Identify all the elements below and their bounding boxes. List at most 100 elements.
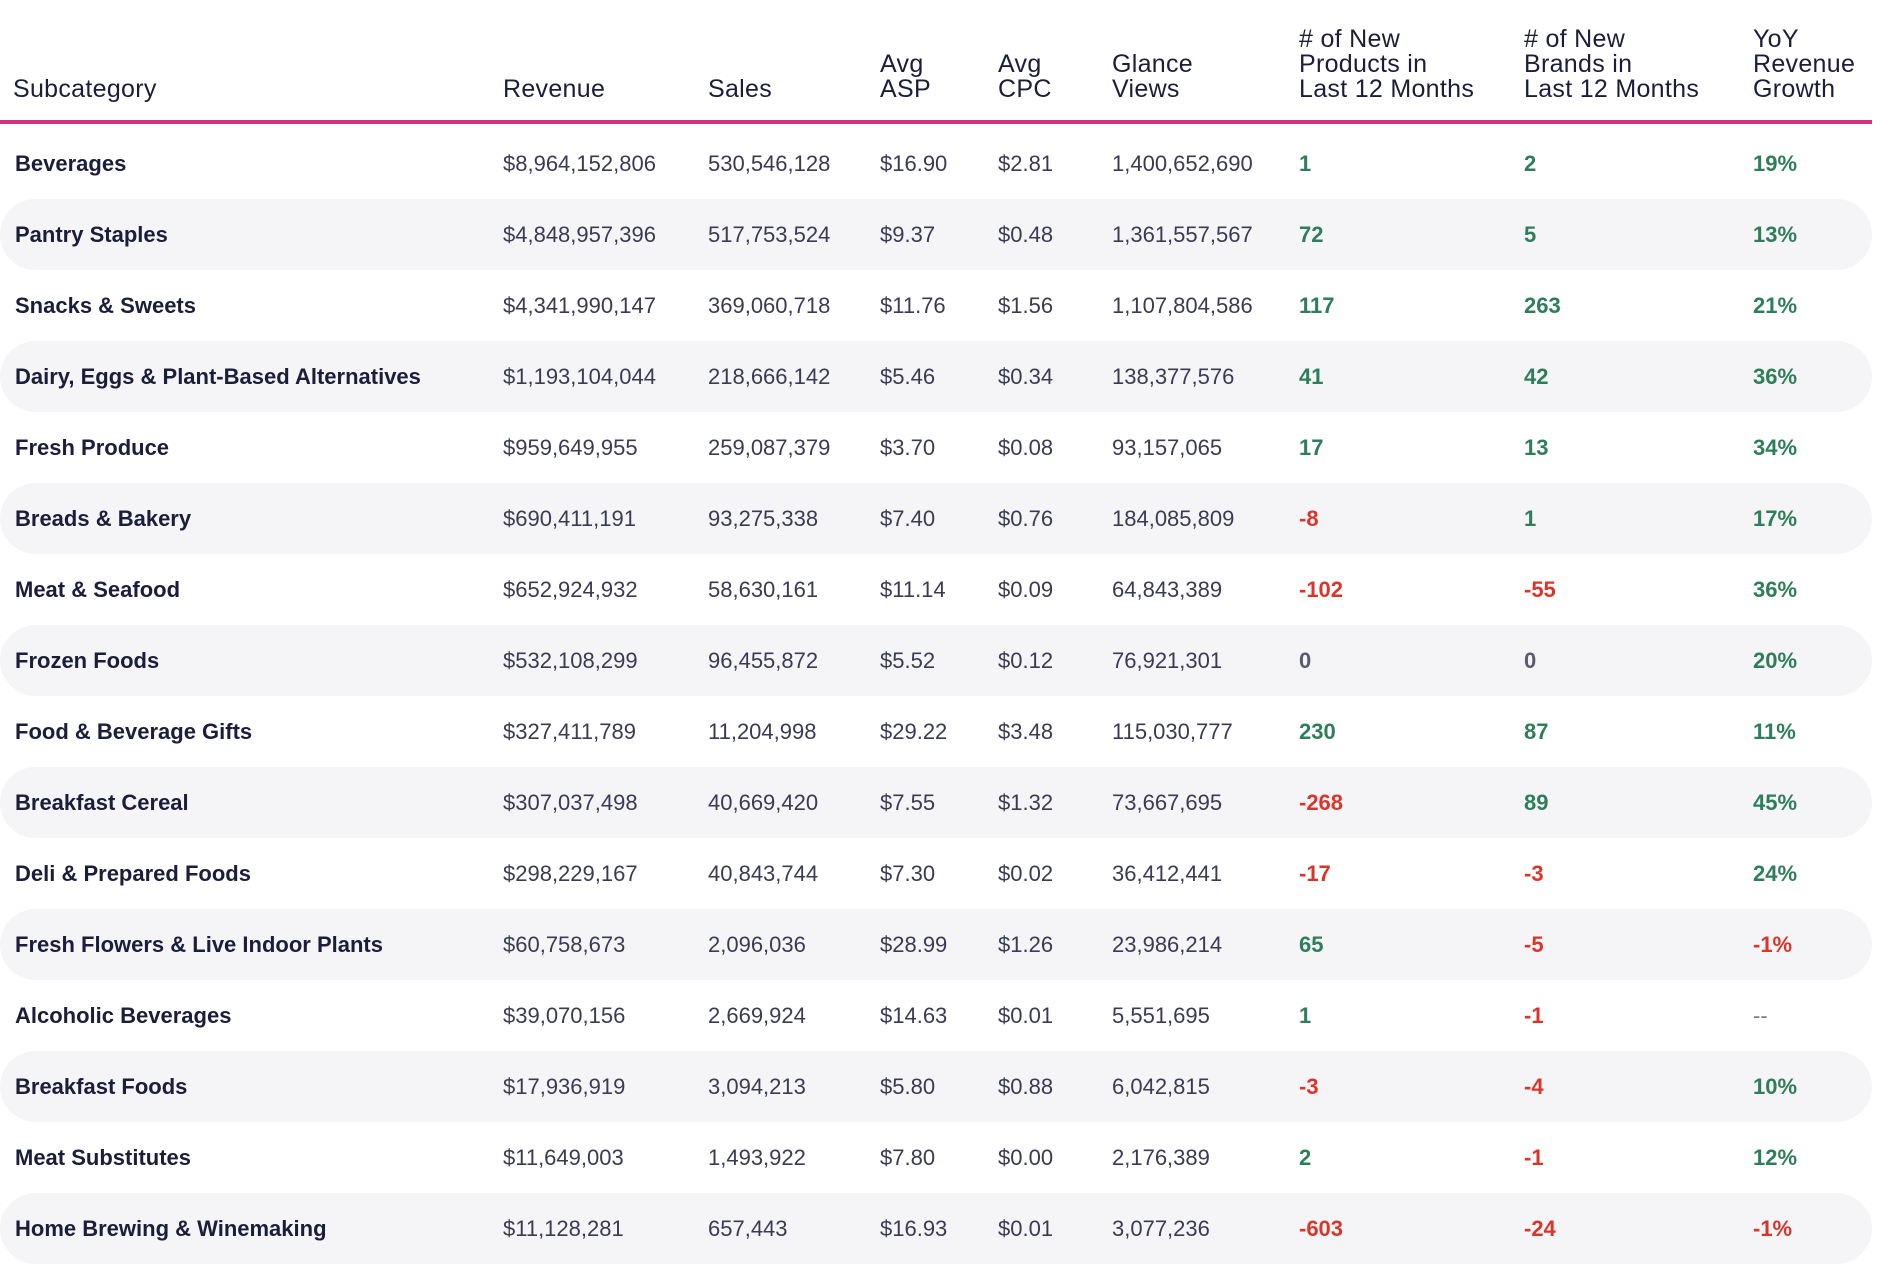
cell-revenue: $60,758,673 bbox=[503, 932, 626, 957]
header-avg-asp[interactable]: Avg ASP bbox=[880, 52, 931, 102]
header-label: Avg bbox=[998, 50, 1042, 78]
header-label: Avg bbox=[880, 50, 924, 78]
cell-avg-cpc: $0.48 bbox=[998, 222, 1054, 247]
cell-sales: 259,087,379 bbox=[708, 435, 831, 460]
table-row[interactable]: Snacks & Sweets $4,341,990,147 369,060,7… bbox=[0, 270, 1872, 341]
cell-yoy-growth: 13% bbox=[1753, 222, 1798, 247]
cell-glance-views: 184,085,809 bbox=[1112, 506, 1235, 531]
header-label: # of New bbox=[1524, 25, 1626, 53]
cell-new-products: 117 bbox=[1299, 293, 1335, 318]
table-row[interactable]: Fresh Produce $959,649,955 259,087,379 $… bbox=[0, 412, 1872, 483]
cell-revenue: $11,128,281 bbox=[503, 1216, 624, 1241]
table-row[interactable]: Food & Beverage Gifts $327,411,789 11,20… bbox=[0, 696, 1872, 767]
table-row[interactable]: Meat & Seafood $652,924,932 58,630,161 $… bbox=[0, 554, 1872, 625]
cell-subcategory: Food & Beverage Gifts bbox=[15, 719, 253, 744]
cell-yoy-growth: 34% bbox=[1753, 435, 1798, 460]
header-label: ASP bbox=[880, 75, 931, 103]
cell-glance-views: 1,107,804,586 bbox=[1112, 293, 1253, 318]
header-label: Last 12 Months bbox=[1299, 75, 1475, 103]
table-row[interactable]: Breakfast Cereal $307,037,498 40,669,420… bbox=[0, 767, 1872, 838]
cell-new-brands: 1 bbox=[1524, 506, 1537, 531]
cell-new-brands: 87 bbox=[1524, 719, 1549, 744]
header-label: YoY bbox=[1753, 25, 1799, 53]
header-label: Last 12 Months bbox=[1524, 75, 1700, 103]
header-new-products[interactable]: # of New Products in Last 12 Months bbox=[1299, 27, 1474, 102]
cell-subcategory: Meat Substitutes bbox=[15, 1145, 192, 1170]
cell-new-products: -268 bbox=[1299, 790, 1344, 815]
table-row[interactable]: Alcoholic Beverages $39,070,156 2,669,92… bbox=[0, 980, 1872, 1051]
cell-sales: 1,493,922 bbox=[708, 1145, 806, 1170]
header-yoy-growth[interactable]: YoY Revenue Growth bbox=[1753, 27, 1855, 102]
cell-glance-views: 1,400,652,690 bbox=[1112, 151, 1253, 176]
cell-glance-views: 115,030,777 bbox=[1112, 719, 1233, 744]
cell-avg-cpc: $0.02 bbox=[998, 861, 1054, 886]
header-glance-views[interactable]: Glance Views bbox=[1112, 52, 1193, 102]
cell-avg-cpc: $0.00 bbox=[998, 1145, 1054, 1170]
cell-revenue: $652,924,932 bbox=[503, 577, 638, 602]
header-label: Products in bbox=[1299, 50, 1428, 78]
cell-new-brands: -4 bbox=[1524, 1074, 1544, 1099]
cell-sales: 40,843,744 bbox=[708, 861, 819, 886]
cell-new-brands: -1 bbox=[1524, 1145, 1544, 1170]
cell-new-products: 230 bbox=[1299, 719, 1336, 744]
subcategory-table: Subcategory Revenue Sales Avg ASP Avg CP… bbox=[0, 0, 1888, 1264]
cell-revenue: $17,936,919 bbox=[503, 1074, 626, 1099]
table-row[interactable]: Deli & Prepared Foods $298,229,167 40,84… bbox=[0, 838, 1872, 909]
header-sales[interactable]: Sales bbox=[708, 77, 772, 102]
table-row[interactable]: Fresh Flowers & Live Indoor Plants $60,7… bbox=[0, 909, 1872, 980]
header-new-brands[interactable]: # of New Brands in Last 12 Months bbox=[1524, 27, 1699, 102]
cell-yoy-growth: 45% bbox=[1753, 790, 1798, 815]
cell-subcategory: Breakfast Foods bbox=[15, 1074, 188, 1099]
cell-revenue: $327,411,789 bbox=[503, 719, 636, 744]
cell-subcategory: Dairy, Eggs & Plant-Based Alternatives bbox=[15, 364, 421, 389]
table-row[interactable]: Pantry Staples $4,848,957,396 517,753,52… bbox=[0, 199, 1872, 270]
header-label: # of New bbox=[1299, 25, 1401, 53]
cell-yoy-growth: 19% bbox=[1753, 151, 1798, 176]
header-subcategory[interactable]: Subcategory bbox=[13, 77, 157, 102]
cell-new-products: 1 bbox=[1299, 1003, 1312, 1028]
table-row[interactable]: Meat Substitutes $11,649,003 1,493,922 $… bbox=[0, 1122, 1872, 1193]
cell-revenue: $4,848,957,396 bbox=[503, 222, 656, 247]
cell-avg-asp: $5.52 bbox=[880, 648, 936, 673]
cell-sales: 40,669,420 bbox=[708, 790, 819, 815]
cell-subcategory: Breads & Bakery bbox=[15, 506, 192, 531]
header-revenue[interactable]: Revenue bbox=[503, 77, 605, 102]
table-row[interactable]: Home Brewing & Winemaking $11,128,281 65… bbox=[0, 1193, 1872, 1264]
cell-yoy-growth: 11% bbox=[1753, 719, 1796, 744]
table-row[interactable]: Frozen Foods $532,108,299 96,455,872 $5.… bbox=[0, 625, 1872, 696]
cell-glance-views: 93,157,065 bbox=[1112, 435, 1223, 460]
table-row[interactable]: Breakfast Foods $17,936,919 3,094,213 $5… bbox=[0, 1051, 1872, 1122]
cell-yoy-growth: 20% bbox=[1753, 648, 1798, 673]
table-row[interactable]: Beverages $8,964,152,806 530,546,128 $16… bbox=[0, 128, 1872, 199]
cell-sales: 2,669,924 bbox=[708, 1003, 806, 1028]
cell-avg-asp: $29.22 bbox=[880, 719, 948, 744]
header-label: Revenue bbox=[503, 75, 606, 103]
cell-glance-views: 73,667,695 bbox=[1112, 790, 1223, 815]
cell-sales: 218,666,142 bbox=[708, 364, 831, 389]
cell-sales: 58,630,161 bbox=[708, 577, 819, 602]
header-avg-cpc[interactable]: Avg CPC bbox=[998, 52, 1052, 102]
cell-sales: 369,060,718 bbox=[708, 293, 831, 318]
cell-avg-asp: $16.93 bbox=[880, 1216, 948, 1241]
cell-revenue: $11,649,003 bbox=[503, 1145, 624, 1170]
cell-subcategory: Frozen Foods bbox=[15, 648, 160, 673]
cell-sales: 93,275,338 bbox=[708, 506, 819, 531]
cell-revenue: $4,341,990,147 bbox=[503, 293, 656, 318]
cell-avg-asp: $5.80 bbox=[880, 1074, 936, 1099]
table-row[interactable]: Dairy, Eggs & Plant-Based Alternatives $… bbox=[0, 341, 1872, 412]
cell-sales: 657,443 bbox=[708, 1216, 788, 1241]
cell-yoy-growth: 24% bbox=[1753, 861, 1798, 886]
cell-new-brands: 2 bbox=[1524, 151, 1537, 176]
header-label: Glance bbox=[1112, 50, 1194, 78]
cell-subcategory: Breakfast Cereal bbox=[15, 790, 189, 815]
cell-glance-views: 2,176,389 bbox=[1112, 1145, 1210, 1170]
cell-glance-views: 1,361,557,567 bbox=[1112, 222, 1253, 247]
header-label: Subcategory bbox=[13, 75, 157, 103]
cell-sales: 96,455,872 bbox=[708, 648, 819, 673]
cell-avg-cpc: $0.88 bbox=[998, 1074, 1054, 1099]
cell-yoy-growth: 21% bbox=[1753, 293, 1798, 318]
cell-new-products: -8 bbox=[1299, 506, 1319, 531]
table-row[interactable]: Breads & Bakery $690,411,191 93,275,338 … bbox=[0, 483, 1872, 554]
cell-new-brands: 0 bbox=[1524, 648, 1537, 673]
cell-sales: 2,096,036 bbox=[708, 932, 806, 957]
